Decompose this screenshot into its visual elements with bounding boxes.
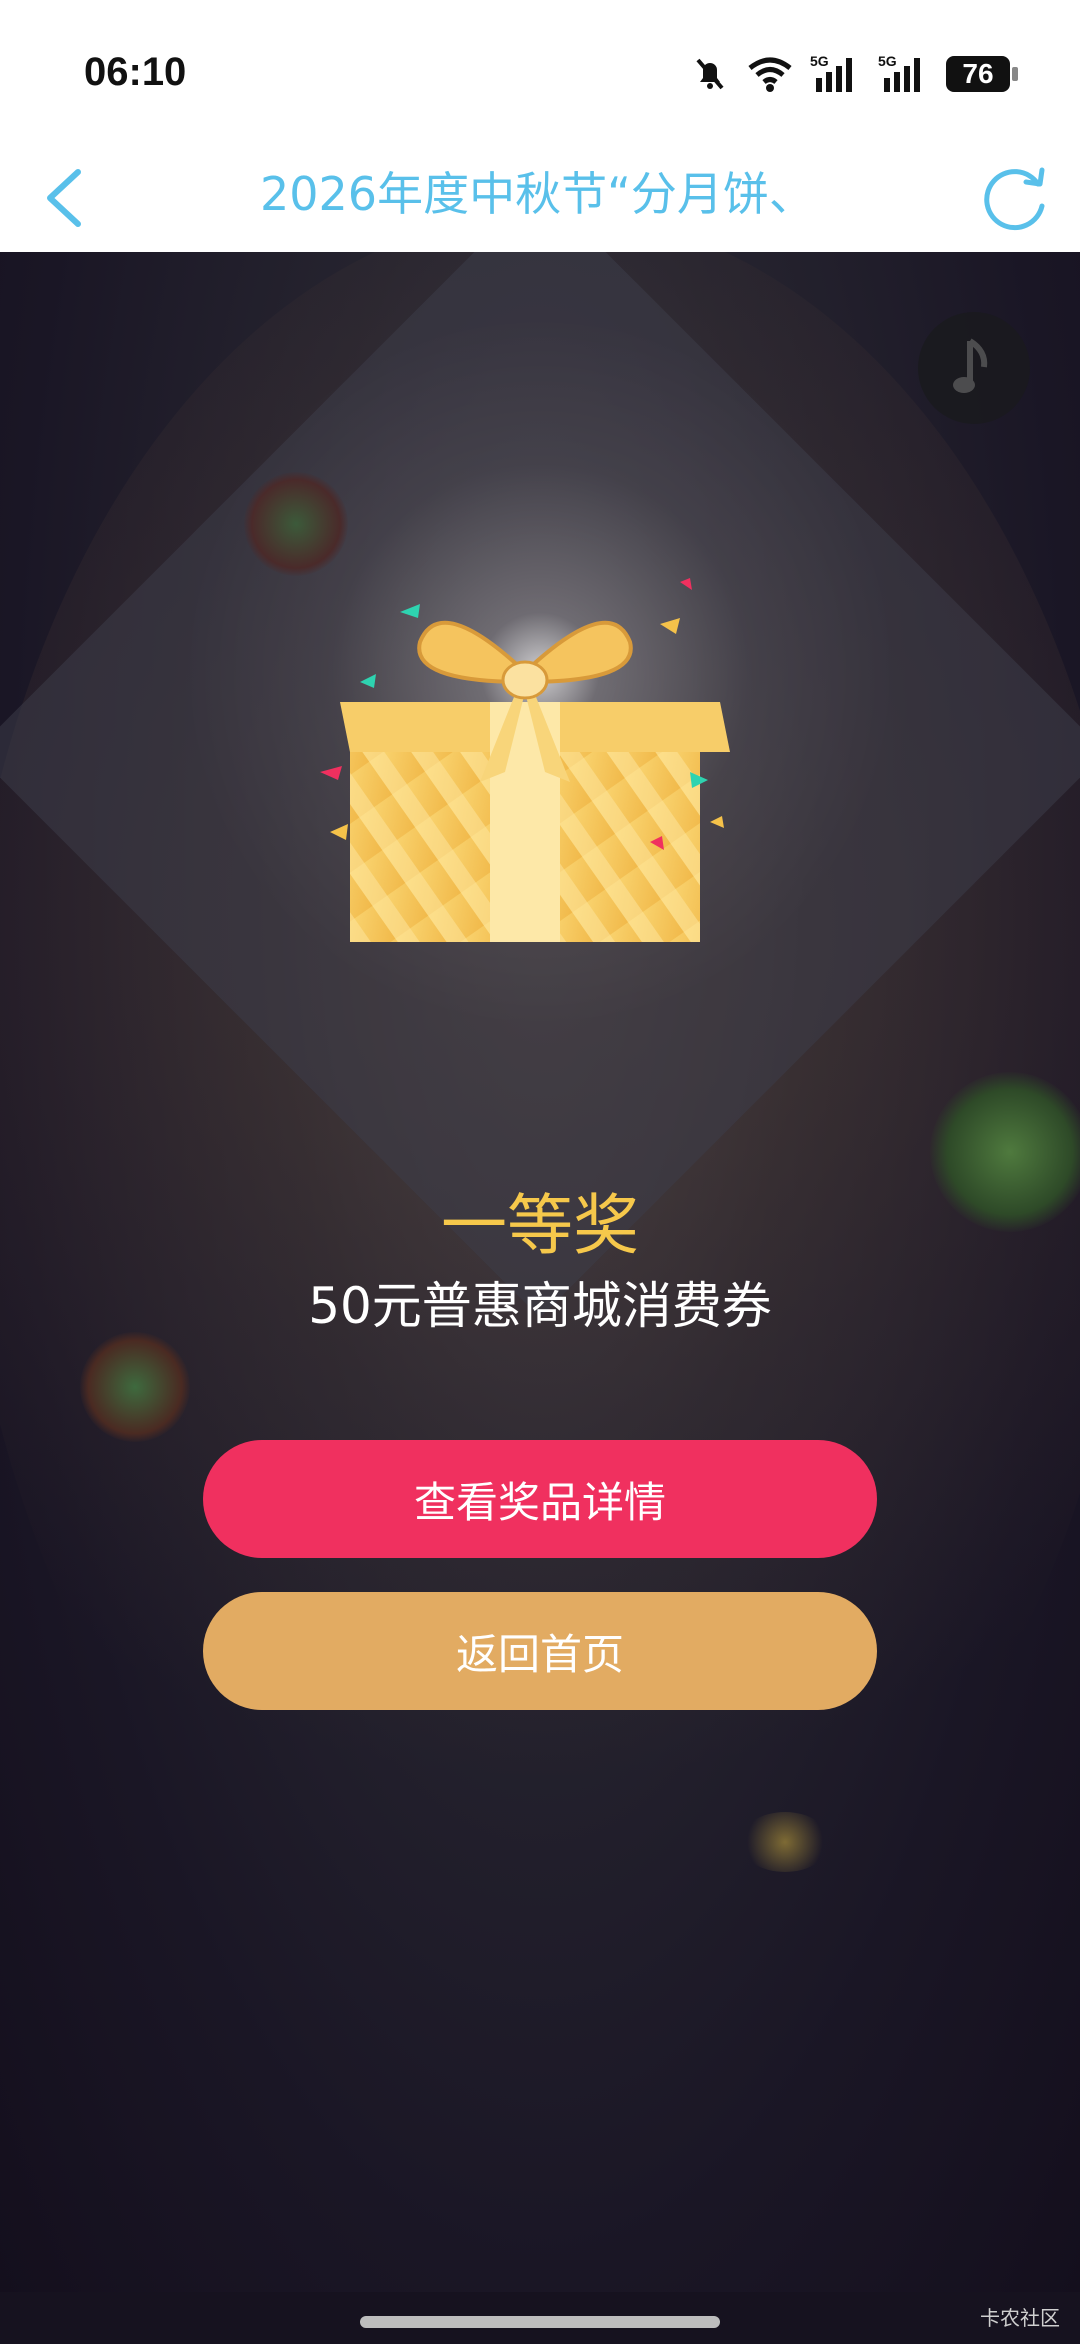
nav-bar: 2026年度中秋节“分月饼、: [0, 140, 1080, 252]
signal-5g-icon: 5G: [878, 53, 920, 92]
signal-label: 5G: [810, 53, 829, 69]
return-home-label: 返回首页: [455, 1629, 624, 1679]
decor-glow: [740, 1812, 830, 1872]
bell-muted-icon: [696, 58, 724, 90]
home-indicator[interactable]: [360, 2316, 720, 2328]
status-icons: 5G 5G 76: [690, 50, 1018, 98]
watermark: 卡农社区: [980, 2306, 1060, 2330]
battery-indicator: 76: [946, 56, 1018, 92]
view-prize-details-button[interactable]: 查看奖品详情: [203, 1440, 877, 1558]
wifi-icon: [748, 57, 792, 92]
prize-result-panel: 一等奖 50元普惠商城消费券 查看奖品详情 返回首页: [0, 252, 1080, 2292]
page-title: 2026年度中秋节“分月饼、: [260, 167, 815, 221]
battery-level: 76: [962, 58, 994, 89]
view-prize-details-label: 查看奖品详情: [413, 1477, 666, 1527]
music-note-icon: [953, 338, 988, 393]
decor-ball: [80, 1332, 190, 1442]
music-toggle-button[interactable]: [918, 312, 1030, 424]
return-home-button[interactable]: 返回首页: [203, 1592, 877, 1710]
signal-label: 5G: [878, 53, 897, 69]
signal-5g-icon: 5G: [810, 53, 852, 92]
status-bar: 06:10 5G 5G 76: [0, 0, 1080, 140]
refresh-icon[interactable]: [976, 158, 1056, 238]
status-time: 06:10: [84, 50, 187, 94]
back-icon[interactable]: [36, 158, 96, 238]
prize-level-text: 一等奖: [441, 1187, 639, 1264]
prize-name-text: 50元普惠商城消费券: [308, 1277, 772, 1335]
gift-box-icon: [320, 578, 730, 942]
system-gesture-bar: 卡农社区: [0, 2292, 1080, 2344]
